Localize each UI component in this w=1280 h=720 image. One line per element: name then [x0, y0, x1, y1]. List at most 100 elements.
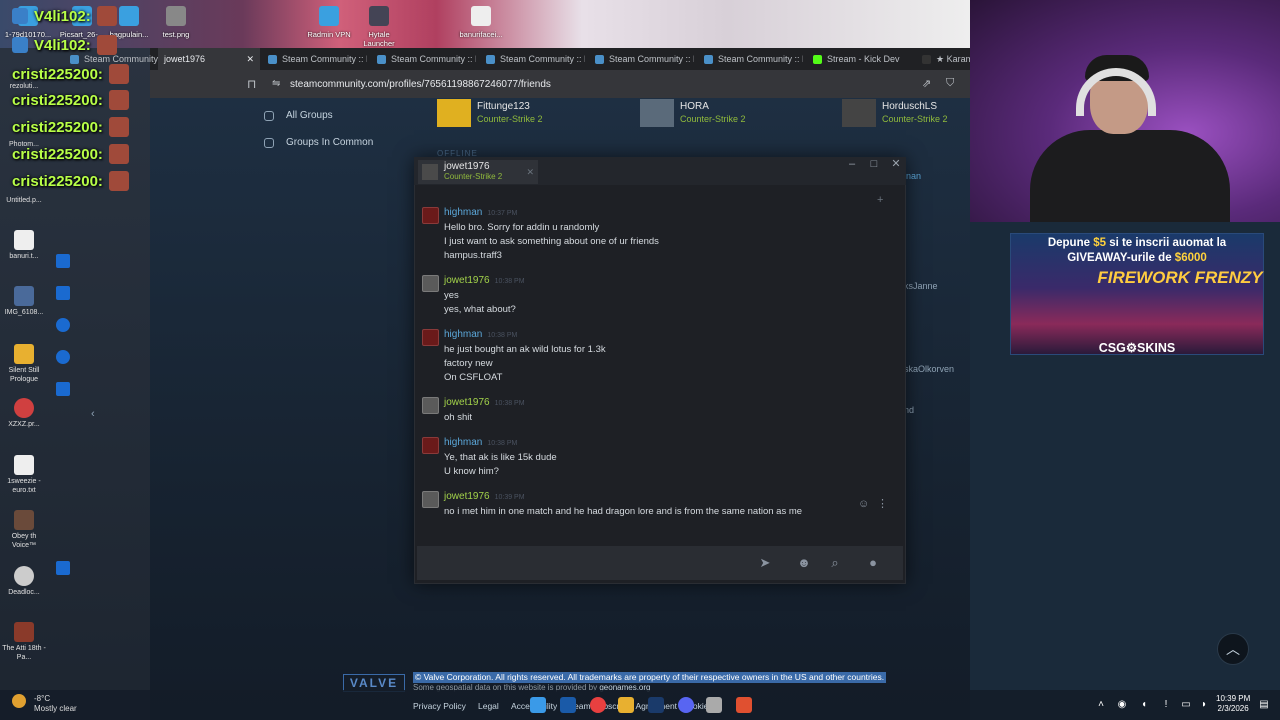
- desktop-icon[interactable]: test.png: [150, 6, 202, 39]
- desktop-icon[interactable]: Radmin VPN: [303, 6, 355, 39]
- emote-icon: [96, 6, 117, 26]
- folder-icon: [14, 344, 34, 364]
- site-info-icon[interactable]: ⇋: [272, 78, 280, 89]
- avatar: [422, 164, 438, 180]
- side-icon[interactable]: [56, 318, 70, 332]
- steam-icon[interactable]: [648, 697, 664, 713]
- monitor-icon[interactable]: ▭: [1180, 699, 1192, 711]
- chat-tab[interactable]: jowet1976 Counter-Strike 2 ✕: [418, 160, 538, 184]
- taskbar-app-icon[interactable]: [560, 697, 576, 713]
- clock-time: 10:39 PM: [1216, 694, 1251, 703]
- browser-tab[interactable]: Steam Community :: E: [262, 48, 367, 70]
- desktop-icon[interactable]: Silent Still Prologue: [2, 344, 46, 384]
- taskbar-app-icon[interactable]: [706, 697, 722, 713]
- maximize-icon[interactable]: □: [863, 157, 885, 171]
- file-icon: [119, 6, 139, 26]
- tray-chevron-icon[interactable]: ˄: [1095, 699, 1107, 711]
- desktop-icon[interactable]: 1sweezie - euro.txt: [2, 455, 46, 495]
- emoticon-icon[interactable]: ☻: [795, 555, 813, 571]
- side-icon[interactable]: [56, 561, 70, 575]
- message-author[interactable]: highman 10:37 PM: [444, 207, 517, 220]
- steam-favicon-icon: [486, 54, 495, 64]
- desktop-icon[interactable]: The Atti 18th - Pa...: [2, 622, 46, 662]
- message-text: Hello bro. Sorry for addin u randomly: [444, 222, 600, 233]
- collapse-chevron-icon[interactable]: ‹: [91, 408, 95, 420]
- message-author[interactable]: jowet1976 10:39 PM: [444, 491, 525, 504]
- url-text[interactable]: steamcommunity.com/profiles/765611988672…: [290, 79, 551, 90]
- notification-icon[interactable]: ▤: [1258, 699, 1270, 711]
- brave-shield-icon[interactable]: ⛉: [946, 77, 954, 90]
- browser-tab[interactable]: ★ Karam: [916, 48, 970, 70]
- nav-label: Groups In Common: [286, 137, 374, 148]
- image-file-icon: [14, 286, 34, 306]
- share-icon[interactable]: ⇗: [922, 77, 931, 90]
- desktop-icon[interactable]: Deadloc...: [2, 566, 46, 597]
- desktop-icon-label: IMG_6108...: [4, 309, 44, 316]
- friend-game: Counter-Strike 2: [680, 114, 746, 124]
- brave-icon[interactable]: [736, 697, 752, 713]
- ad-amount: $6000: [1174, 252, 1207, 264]
- attach-icon[interactable]: ⌕: [826, 555, 844, 571]
- voice-icon[interactable]: ●: [864, 555, 882, 571]
- desktop-icon[interactable]: banuri.t...: [2, 230, 46, 261]
- desktop-icon[interactable]: banurifacei...: [455, 6, 507, 39]
- scroll-to-top-button[interactable]: ︿: [1217, 633, 1249, 665]
- browser-tab[interactable]: Stream - Kick Dev: [807, 48, 912, 70]
- message-text: yes: [444, 290, 459, 301]
- friend-card[interactable]: HORA Counter-Strike 2: [640, 98, 746, 128]
- side-icon[interactable]: [56, 382, 70, 396]
- volume-icon[interactable]: ◖: [1138, 699, 1150, 711]
- browser-tab[interactable]: Steam Community :: E: [698, 48, 803, 70]
- taskbar-app-icon[interactable]: [590, 697, 606, 713]
- folder-icon[interactable]: [618, 697, 634, 713]
- taskbar-clock[interactable]: 10:39 PM 2/3/2026: [1216, 694, 1250, 714]
- browser-tab[interactable]: Steam Community :: E: [480, 48, 585, 70]
- more-options-icon[interactable]: ⋮: [877, 497, 888, 510]
- close-icon[interactable]: ✕: [526, 167, 534, 178]
- bookmark-icon[interactable]: ⊓: [247, 77, 256, 91]
- close-icon[interactable]: ✕: [246, 54, 254, 65]
- add-friend-icon[interactable]: +: [877, 194, 883, 206]
- side-icon[interactable]: [56, 254, 70, 268]
- desktop-icon[interactable]: IMG_6108...: [2, 286, 46, 317]
- weather-temp: -8°C: [34, 694, 51, 703]
- desktop-icon[interactable]: Hytale Launcher: [353, 6, 405, 48]
- weather-widget[interactable]: -8°C Mostly clear: [34, 694, 77, 714]
- message-author[interactable]: jowet1976 10:38 PM: [444, 397, 525, 410]
- chatter-name: V4li102:: [34, 36, 91, 54]
- browser-tab[interactable]: Steam Community :: E: [589, 48, 694, 70]
- close-icon[interactable]: ✕: [885, 157, 907, 171]
- side-icon[interactable]: [56, 350, 70, 364]
- desktop-icon[interactable]: XZXZ.pr...: [2, 398, 46, 429]
- friend-card[interactable]: HorduschLS Counter-Strike 2: [842, 98, 948, 128]
- emoji-react-icon[interactable]: ☺: [858, 498, 869, 510]
- browser-tab-active[interactable]: jowet1976 ✕: [158, 48, 260, 70]
- network-icon[interactable]: ◉: [1116, 699, 1128, 711]
- nav-groups-in-common[interactable]: Groups In Common: [264, 137, 373, 148]
- minimize-icon[interactable]: –: [841, 157, 863, 171]
- message-text: factory new: [444, 358, 493, 369]
- author-name: highman: [444, 207, 483, 218]
- discord-icon[interactable]: [678, 697, 694, 713]
- friend-name: Fittunge123: [477, 101, 530, 112]
- taskbar-app-icon[interactable]: [530, 697, 546, 713]
- speaker-icon[interactable]: ◗: [1198, 699, 1210, 711]
- footer-link-legal[interactable]: Legal: [478, 701, 499, 711]
- desktop-icon[interactable]: Untitled.p...: [2, 196, 46, 205]
- browser-tab[interactable]: Steam Community :: E: [371, 48, 476, 70]
- side-icon[interactable]: [56, 286, 70, 300]
- message-author[interactable]: highman 10:38 PM: [444, 329, 517, 342]
- friend-card[interactable]: Fittunge123 Counter-Strike 2: [437, 98, 543, 128]
- footer-link-privacy[interactable]: Privacy Policy: [413, 701, 466, 711]
- mic-icon[interactable]: !: [1160, 699, 1172, 711]
- desktop-icon-label: 1sweezie - euro.txt: [7, 478, 41, 494]
- nav-all-groups[interactable]: All Groups: [264, 110, 333, 121]
- steam-favicon-icon: [268, 54, 277, 64]
- tab-favicon-icon: [922, 54, 931, 64]
- friend-game: Counter-Strike 2: [477, 114, 543, 124]
- message-author[interactable]: highman 10:38 PM: [444, 437, 517, 450]
- desktop-icon[interactable]: Obey th Voice™: [2, 510, 46, 550]
- partial-friend-name: ksJanne: [904, 281, 938, 291]
- message-author[interactable]: jowet1976 10:38 PM: [444, 275, 525, 288]
- send-icon[interactable]: ➤: [756, 555, 774, 571]
